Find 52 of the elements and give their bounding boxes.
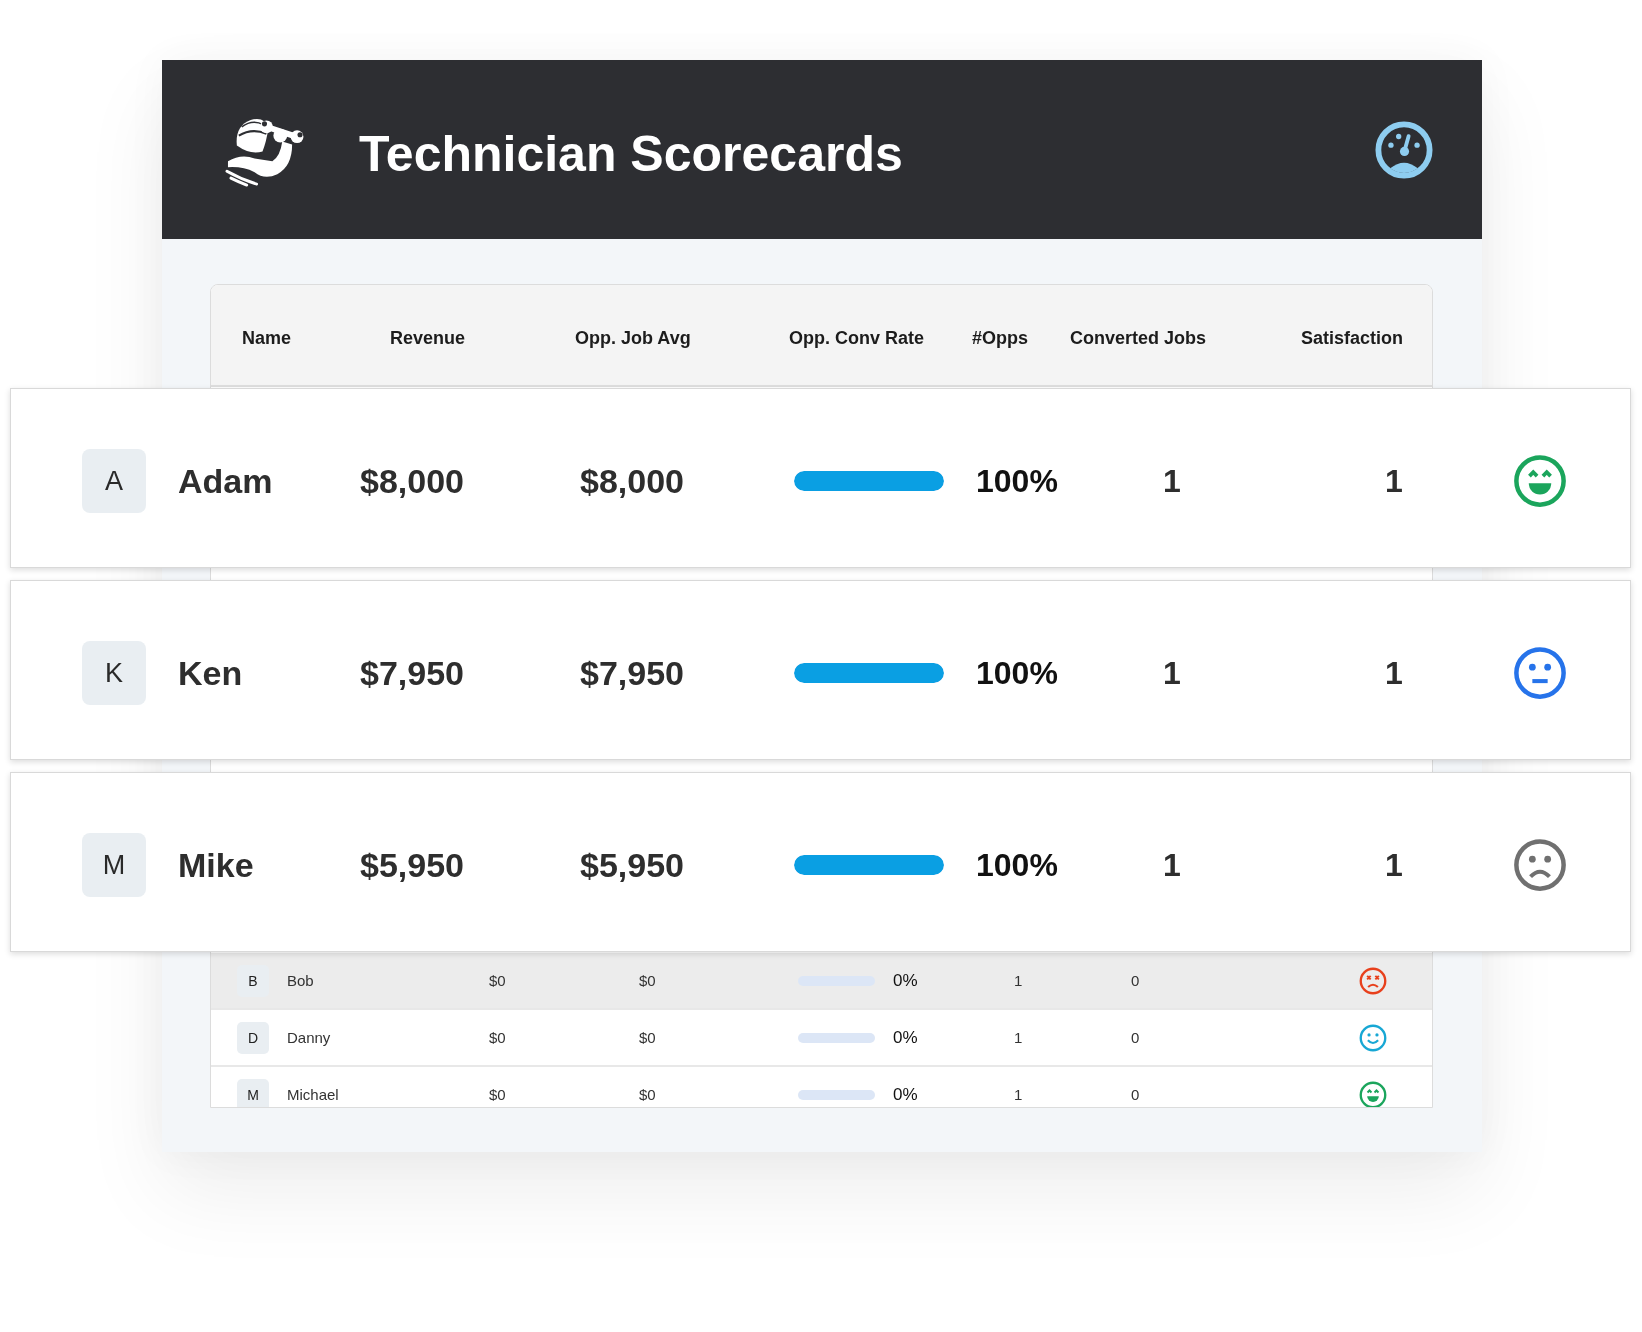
- converted-jobs-count: 1: [1385, 654, 1403, 692]
- technician-name: Michael: [287, 1086, 339, 1103]
- technician-name: Mike: [178, 845, 254, 885]
- column-header: Name: [242, 327, 292, 349]
- gauge-icon: [1375, 120, 1433, 179]
- initial-avatar: A: [82, 449, 146, 513]
- job-average-value: $5,950: [580, 845, 684, 885]
- job-average-value: $0: [639, 1029, 656, 1046]
- opps-count: 1: [1163, 462, 1181, 500]
- revenue-value: $5,950: [360, 845, 464, 885]
- initial-avatar: K: [82, 641, 146, 705]
- opps-count: 1: [1163, 654, 1181, 692]
- page-title: Technician Scorecards: [359, 124, 904, 184]
- revenue-value: $7,950: [360, 653, 464, 693]
- conversion-rate-value: 0%: [893, 1027, 918, 1048]
- revenue-value: $0: [489, 1086, 506, 1103]
- initial-avatar: M: [82, 833, 146, 897]
- technician-name: Bob: [287, 972, 314, 989]
- technician-name: Adam: [178, 461, 273, 501]
- column-header: Opp. Conv Rate: [789, 327, 924, 349]
- converted-jobs-count: 1: [1385, 846, 1403, 884]
- conversion-rate-value: 0%: [893, 1084, 918, 1105]
- job-average-value: $7,950: [580, 653, 684, 693]
- opps-count: 1: [1014, 972, 1023, 989]
- converted-jobs-count: 0: [1131, 972, 1140, 989]
- conversion-rate-value: 100%: [976, 654, 1058, 692]
- job-average-value: $0: [639, 1086, 656, 1103]
- table-row[interactable]: B Bob $0 $0 0% 1 0: [211, 953, 1432, 1010]
- converted-jobs-count: 0: [1131, 1086, 1140, 1103]
- job-average-value: $8,000: [580, 461, 684, 501]
- opps-count: 1: [1014, 1029, 1023, 1046]
- revenue-value: $0: [489, 972, 506, 989]
- conversion-rate-value: 100%: [976, 846, 1058, 884]
- column-header: Opp. Job Avg: [575, 327, 691, 349]
- conversion-rate-value: 100%: [976, 462, 1058, 500]
- converted-jobs-count: 1: [1385, 462, 1403, 500]
- column-header: Revenue: [390, 327, 466, 349]
- opps-count: 1: [1014, 1086, 1023, 1103]
- conversion-rate-value: 0%: [893, 970, 918, 991]
- initial-avatar: D: [237, 1021, 269, 1054]
- revenue-value: $0: [489, 1029, 506, 1046]
- initial-avatar: B: [237, 964, 269, 997]
- column-header: Converted Jobs: [1070, 327, 1207, 349]
- revenue-value: $8,000: [360, 461, 464, 501]
- column-header: Satisfaction: [1301, 327, 1404, 349]
- technician-name: Ken: [178, 653, 243, 693]
- column-header: #Opps: [972, 327, 1028, 349]
- converted-jobs-count: 0: [1131, 1029, 1140, 1046]
- initial-avatar: M: [237, 1078, 269, 1107]
- job-average-value: $0: [639, 972, 656, 989]
- technician-name: Danny: [287, 1029, 331, 1046]
- opps-count: 1: [1163, 846, 1181, 884]
